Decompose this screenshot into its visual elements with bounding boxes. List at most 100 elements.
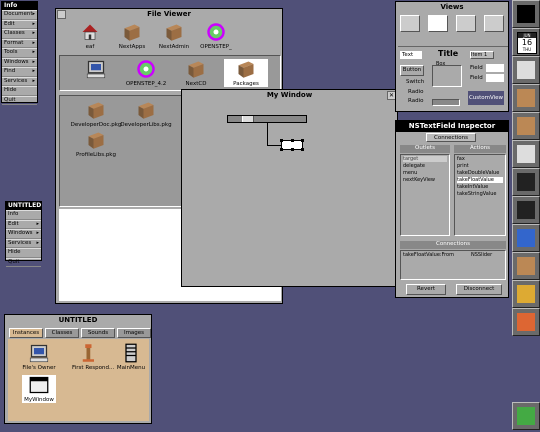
dock-tile[interactable] (512, 224, 540, 252)
miniaturize-button[interactable] (57, 10, 66, 19)
my-window-title[interactable]: My Window (182, 90, 397, 101)
main-menu-title: Info (2, 2, 37, 10)
dock-tile[interactable]: JUN 16 THU (512, 28, 540, 56)
palette-tabs (398, 14, 508, 34)
action-item[interactable]: takeStringValue (457, 191, 496, 197)
outlet-item[interactable]: nextKeyView (403, 177, 435, 183)
connection-target[interactable]: NSSlider (471, 252, 492, 258)
box-icon (86, 100, 122, 122)
menu-item-services[interactable]: Services ▸ (6, 238, 41, 248)
shelf-item[interactable]: NextAdmin (154, 22, 194, 50)
popup-item[interactable]: Item 1 (470, 51, 494, 59)
file-item[interactable]: DeveloperLibs.pkg (120, 100, 172, 128)
dock-tile[interactable] (512, 168, 540, 196)
action-item[interactable]: print (457, 163, 469, 169)
instance-item[interactable]: MainMenu (114, 343, 148, 371)
outlets-list[interactable]: target delegate menu nextKeyView (400, 154, 450, 236)
file-item[interactable]: DeveloperDoc.pkg (70, 100, 122, 128)
box-item[interactable] (432, 65, 462, 87)
menu-item-label: Find (4, 68, 16, 74)
action-item[interactable]: takeDoubleValue (457, 170, 499, 176)
outlet-item[interactable]: target (403, 156, 447, 162)
custom-view-item[interactable]: CustomView (468, 91, 504, 105)
dock-tile[interactable] (512, 308, 540, 336)
computer-icon (29, 343, 56, 365)
menu-item-format[interactable]: Format ▸ (2, 38, 37, 48)
button-item[interactable]: Button (400, 65, 424, 76)
dock-tile[interactable] (512, 252, 540, 280)
action-item[interactable]: takeIntValue (457, 184, 488, 190)
dock-tile[interactable] (512, 84, 540, 112)
dock-tile[interactable] (512, 0, 540, 28)
path-item[interactable]: OPENSTEP_4.2 (124, 59, 168, 87)
field-item-label-2[interactable]: Field (470, 75, 483, 81)
menu-item-classes[interactable]: Classes ▸ (2, 29, 37, 39)
tab-instances[interactable]: Instances (9, 328, 43, 338)
action-item[interactable]: takeFloatValue (457, 177, 503, 183)
tab-classes[interactable]: Classes (45, 328, 79, 338)
dock-tile[interactable] (512, 402, 540, 430)
action-item[interactable]: fax (457, 156, 465, 162)
instance-item[interactable]: First Respond... (72, 343, 114, 371)
file-viewer-title[interactable]: File Viewer (56, 9, 282, 20)
menu-item-hide[interactable]: Hide (6, 248, 41, 258)
menu-item-windows[interactable]: Windows ▸ (2, 57, 37, 67)
menu-item-info[interactable]: Info (6, 210, 41, 220)
dock-tile[interactable] (512, 196, 540, 224)
menu-item-document[interactable]: Document ▸ (2, 10, 37, 20)
radio-item[interactable]: Radio (408, 89, 423, 95)
inspector-title[interactable]: NSTextField Inspector (396, 121, 508, 132)
menu-item-quit[interactable]: Quit (2, 95, 37, 105)
switch-item[interactable]: Switch (406, 79, 424, 85)
menu-item-hide[interactable]: Hide (2, 86, 37, 96)
text-field-selected[interactable] (280, 139, 304, 151)
connections-list[interactable]: takeFloatValue:From NSSlider (400, 250, 506, 280)
slider[interactable] (227, 115, 307, 123)
path-item[interactable] (74, 59, 118, 81)
menu-item-edit[interactable]: Edit ▸ (6, 219, 41, 229)
dock-tile[interactable] (512, 112, 540, 140)
data-palette-icon[interactable] (484, 15, 504, 32)
menu-item-quit[interactable]: Quit (6, 257, 41, 267)
dock-tile[interactable] (512, 56, 540, 84)
document-window-title[interactable]: UNTITLED (5, 315, 151, 326)
menu-palette-icon[interactable] (400, 15, 420, 32)
field-item-2[interactable] (486, 74, 504, 82)
outlet-item[interactable]: delegate (403, 163, 425, 169)
path-item[interactable]: Packages (224, 59, 268, 87)
menu-item-services[interactable]: Services ▸ (2, 76, 37, 86)
disconnect-button[interactable]: Disconnect (456, 284, 502, 295)
revert-button[interactable]: Revert (406, 284, 446, 295)
views-title[interactable]: Views (396, 2, 508, 13)
slider-item[interactable] (432, 99, 460, 106)
shelf-item[interactable]: eaf (70, 22, 110, 50)
text-field-item[interactable]: Text (400, 51, 422, 59)
dock-tile[interactable] (512, 140, 540, 168)
shelf-item[interactable]: NextApps (112, 22, 152, 50)
submenu-arrow-icon: ▸ (32, 20, 35, 27)
menu-item-edit[interactable]: Edit ▸ (2, 19, 37, 29)
tab-images[interactable]: Images (117, 328, 151, 338)
dock-tile[interactable] (512, 280, 540, 308)
outlet-item[interactable]: menu (403, 170, 417, 176)
instance-item[interactable]: File's Owner (22, 343, 56, 371)
field-item-label[interactable]: Field (470, 65, 483, 71)
menu-item-tools[interactable]: Tools ▸ (2, 48, 37, 58)
inspector-mode-popup[interactable]: Connections (426, 133, 476, 142)
shelf-item[interactable]: OPENSTEP_ (196, 22, 236, 50)
menu-item-windows[interactable]: Windows ▸ (6, 229, 41, 239)
title-item[interactable]: Title (438, 49, 458, 58)
windows-palette-icon[interactable] (456, 15, 476, 32)
instance-item[interactable]: MyWindow (22, 375, 56, 403)
slider-knob[interactable] (242, 116, 254, 122)
path-item[interactable]: NextCD (174, 59, 218, 87)
menu-item-find[interactable]: Find ▸ (2, 67, 37, 77)
file-item[interactable]: ProfileLibs.pkg (70, 130, 122, 158)
field-item[interactable] (486, 64, 504, 72)
actions-list[interactable]: fax print takeDoubleValue takeFloatValue tak… (454, 154, 506, 236)
connection-source[interactable]: takeFloatValue:From (403, 252, 454, 258)
radio-item-2[interactable]: Radio (408, 98, 423, 104)
tab-sounds[interactable]: Sounds (81, 328, 115, 338)
views-palette-icon[interactable] (428, 15, 448, 32)
cd-icon (136, 59, 168, 81)
